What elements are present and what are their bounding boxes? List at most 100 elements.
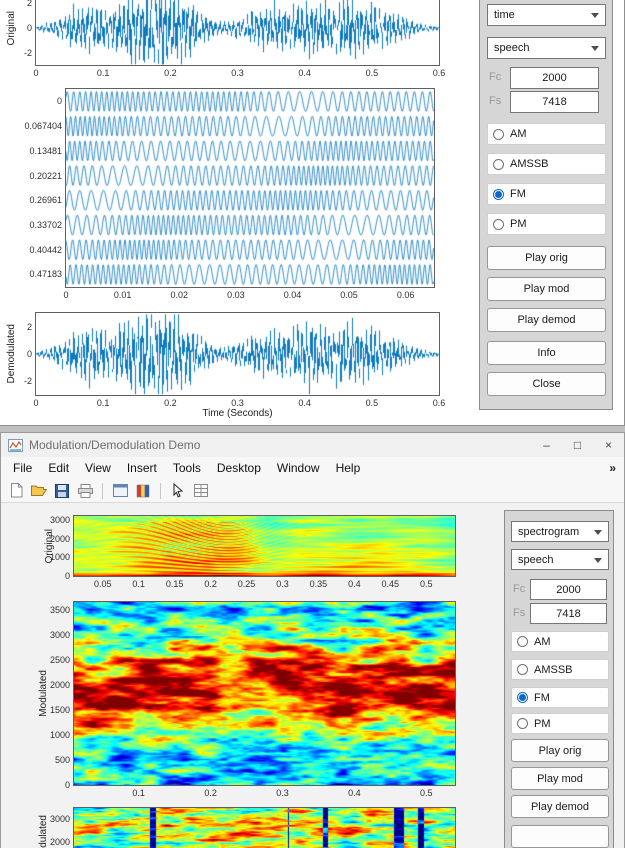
radio-pm[interactable]: PM	[511, 713, 609, 734]
partial-button[interactable]	[511, 825, 609, 848]
modulated-stack-axes: 0 0.01 0.02 0.03 0.04 0.05 0.06 0 0.067404 0.1348…	[24, 88, 435, 300]
radio-pm-label: PM	[534, 717, 551, 730]
x-tick-label: 0.2	[164, 68, 177, 78]
print-figure-icon[interactable]	[76, 482, 94, 500]
radio-icon	[517, 664, 528, 675]
minimize-button[interactable]: –	[531, 433, 562, 457]
open-file-icon[interactable]	[30, 482, 48, 500]
brush-data-icon[interactable]	[192, 482, 210, 500]
menu-help[interactable]: Help	[328, 459, 369, 477]
signal-source-value: speech	[494, 42, 530, 54]
x-tick-label: 0	[33, 398, 39, 408]
y-tick-label: 3500	[49, 604, 70, 615]
play-mod-button[interactable]: Play mod	[511, 767, 609, 790]
radio-icon	[493, 158, 504, 170]
display-type-dropdown[interactable]: time	[487, 4, 606, 26]
toolbar-separator	[160, 482, 161, 499]
x-tick-label: 0.5	[365, 398, 379, 408]
fc-input[interactable]	[530, 579, 607, 600]
control-panel-top: time speech Fc Fs AM AMSSB FM	[479, 0, 613, 410]
save-figure-icon[interactable]	[53, 482, 71, 500]
x-tick-label: 0.05	[340, 290, 358, 300]
radio-pm[interactable]: PM	[487, 213, 606, 235]
menu-window[interactable]: Window	[269, 459, 328, 477]
y-tick-label: 2	[26, 0, 32, 9]
radio-am[interactable]: AM	[511, 631, 609, 652]
y-tick-label: 0.33702	[29, 220, 62, 231]
play-demod-button[interactable]: Play demod	[511, 795, 609, 818]
radio-amssb-label: AMSSB	[534, 663, 573, 676]
original-waveform-axes: 0 0.1 0.2 0.3 0.4 0.5 0.6 -2 0 2	[24, 0, 445, 78]
radio-am[interactable]: AM	[487, 123, 606, 145]
x-tick-label: 0.04	[283, 290, 302, 300]
x-tick-label: 0.1	[132, 788, 145, 798]
x-tick-label: 0.06	[396, 290, 415, 300]
radio-icon	[517, 692, 528, 703]
display-type-value: spectrogram	[518, 525, 580, 538]
ylabel-demodulated-text: Demodulated	[5, 324, 17, 384]
signal-source-dropdown[interactable]: speech	[511, 549, 609, 570]
info-button[interactable]: Info	[487, 341, 606, 365]
play-orig-button[interactable]: Play orig	[487, 246, 606, 270]
mod-spec-canvas	[74, 602, 455, 785]
y-tick-label: 0.067404	[24, 121, 62, 132]
modulated-spectrogram-axes: 0.1 0.2 0.3 0.4 0.5 0 500 1000 1500 2000 2500 3000 3…	[50, 601, 456, 798]
radio-fm[interactable]: FM	[487, 183, 606, 205]
y-tick-label: 0	[56, 96, 62, 107]
y-tick-label: 0.40442	[29, 244, 62, 255]
y-tick-label: 2000	[49, 533, 70, 544]
menu-overflow-icon[interactable]: »	[609, 461, 616, 475]
play-orig-button[interactable]: Play orig	[511, 739, 609, 762]
display-type-dropdown[interactable]: spectrogram	[511, 521, 609, 542]
x-tick-label: 0.4	[298, 398, 311, 408]
x-tick-label: 0.1	[96, 398, 110, 408]
fs-input[interactable]	[530, 603, 607, 624]
play-mod-button[interactable]: Play mod	[487, 277, 606, 301]
signal-source-value: speech	[518, 553, 554, 566]
maximize-button[interactable]: □	[562, 433, 593, 457]
radio-am-label: AM	[510, 128, 527, 140]
menu-desktop[interactable]: Desktop	[209, 459, 269, 477]
x-tick-label: 0.2	[204, 788, 217, 798]
demod-wave-canvas	[36, 313, 439, 395]
menu-tools[interactable]: Tools	[165, 459, 209, 477]
y-tick-label: 3000	[49, 514, 70, 525]
menu-edit[interactable]: Edit	[40, 459, 77, 477]
close-window-button[interactable]: ×	[593, 433, 624, 457]
radio-amssb[interactable]: AMSSB	[511, 659, 609, 680]
fs-input[interactable]	[510, 91, 599, 113]
menu-file[interactable]: File	[5, 459, 40, 477]
radio-amssb[interactable]: AMSSB	[487, 153, 606, 175]
y-tick-label: 0.47183	[29, 269, 62, 280]
window-title: Modulation/Demodulation Demo	[29, 438, 201, 452]
menu-insert[interactable]: Insert	[119, 459, 165, 477]
menubar: File Edit View Insert Tools Desktop Wind…	[1, 457, 624, 479]
x-tick-label: 0	[63, 290, 69, 300]
demodulated-spectrogram-axes: 2000 3000	[50, 807, 456, 848]
x-axis-label: Time (Seconds)	[202, 408, 273, 419]
y-tick-label: 2500	[49, 654, 70, 665]
titlebar[interactable]: Modulation/Demodulation Demo – □ ×	[1, 433, 624, 457]
x-tick-label: 0.4	[348, 788, 361, 798]
play-demod-button[interactable]: Play demod	[487, 308, 606, 332]
radio-amssb-label: AMSSB	[510, 158, 549, 170]
y-tick-label: 0	[64, 780, 70, 790]
y-tick-label: 0.13481	[29, 145, 62, 156]
x-tick-label: 0.25	[237, 579, 256, 589]
original-spectrogram-axes: 0.05 0.1 0.15 0.2 0.25 0.3 0.35 0.4 0.45 0.5 0 1000…	[50, 515, 456, 589]
link-plot-icon[interactable]	[111, 482, 129, 500]
screen: Original 0 0.1 0.2 0.3 0.4 0.5 0.6 -2 0 2 0 0.01 0.…	[0, 0, 625, 848]
fc-input[interactable]	[510, 67, 599, 89]
x-tick-label: 0.1	[132, 579, 145, 589]
new-figure-icon[interactable]	[7, 482, 25, 500]
menu-view[interactable]: View	[77, 459, 119, 477]
insert-colorbar-icon[interactable]	[134, 482, 152, 500]
close-button[interactable]: Close	[487, 372, 606, 396]
signal-source-dropdown[interactable]: speech	[487, 37, 606, 59]
x-tick-label: 0.4	[348, 579, 361, 589]
figure-toolbar	[1, 479, 624, 503]
pointer-icon[interactable]	[169, 482, 187, 500]
x-tick-label: 0.15	[165, 579, 184, 589]
radio-fm[interactable]: FM	[511, 687, 609, 708]
matlab-figure-icon	[8, 438, 23, 452]
